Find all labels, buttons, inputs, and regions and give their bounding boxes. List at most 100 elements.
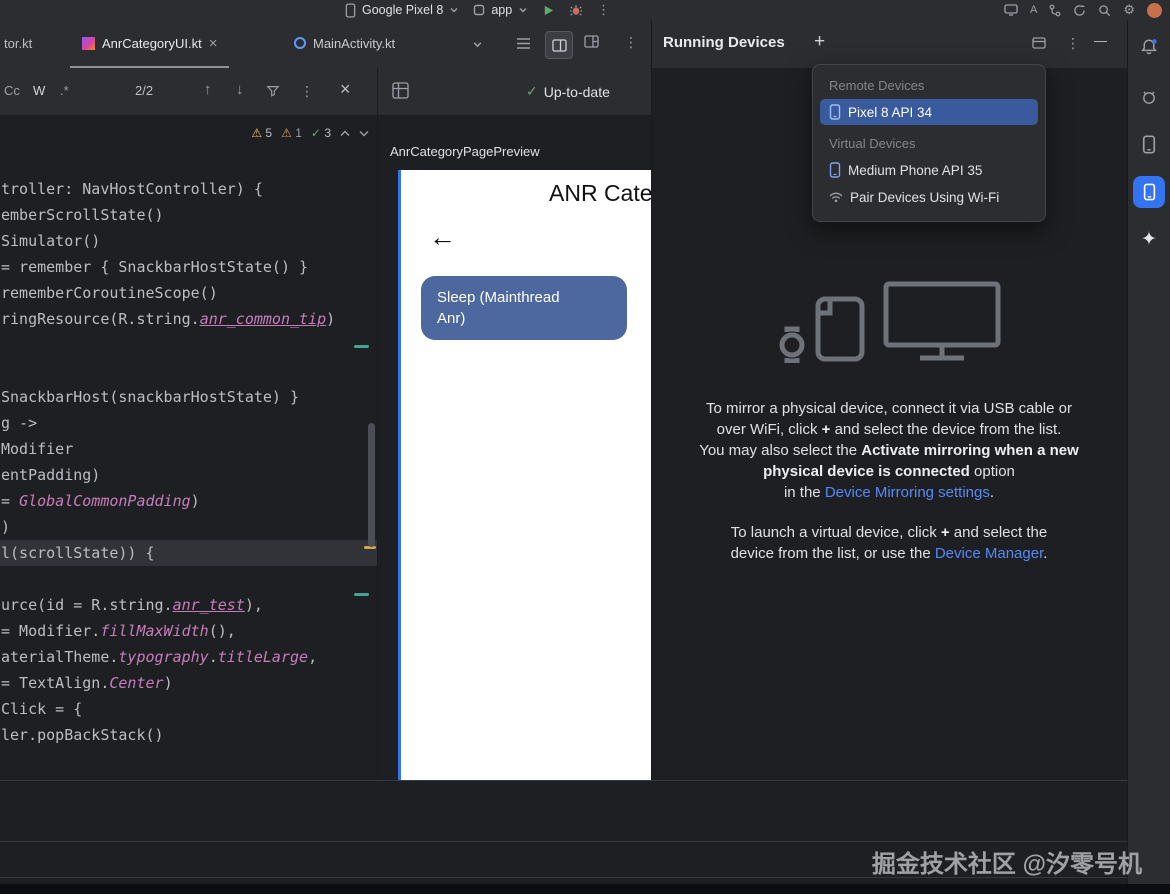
code-line: rememberCoroutineScope() [0, 280, 377, 306]
text-segment: ) [191, 492, 200, 510]
popup-item-medium-phone-api-35[interactable]: Medium Phone API 35 [820, 157, 1038, 183]
preview-toolbar: ✓ Up-to-date [378, 68, 651, 116]
watermark-text: 掘金技术社区 @汐零号机 [872, 844, 1142, 879]
editor-more-icon[interactable]: ⋮ [624, 34, 638, 51]
run-button[interactable] [542, 4, 555, 17]
code-line: ringResource(R.string.anr_common_tip) [0, 306, 377, 332]
inline-link[interactable]: Device Manager [935, 545, 1043, 562]
phone-icon [829, 104, 841, 120]
code-line: l(scrollState)) { [0, 540, 377, 566]
text-segment: anr_common_tip [200, 310, 326, 328]
minimize-panel-icon[interactable]: — [1094, 33, 1107, 48]
chevron-down-icon [449, 5, 459, 15]
partial-tab[interactable]: tor.kt [4, 36, 32, 51]
add-device-button[interactable]: + [814, 31, 825, 53]
text-segment: SnackbarHost(snackbarHostState) } [1, 388, 299, 406]
device-manager-icon[interactable] [1142, 135, 1156, 154]
back-arrow-icon[interactable]: ← [429, 222, 456, 253]
weak-warning-count: 1 [295, 126, 302, 140]
preview-layout-icon[interactable] [584, 35, 599, 48]
logcat-icon[interactable] [1140, 88, 1158, 106]
sleep-anr-button[interactable]: Sleep (Mainthread Anr) [421, 276, 627, 340]
more-actions-icon[interactable]: ⋮ [597, 2, 610, 18]
preview-grid-icon[interactable] [392, 82, 409, 99]
running-devices-icon[interactable] [1133, 176, 1165, 208]
device-mirror-icon[interactable] [1004, 4, 1018, 16]
device-selector-label: Google Pixel 8 [362, 3, 443, 17]
code-area[interactable]: troller: NavHostController) {emberScroll… [0, 176, 377, 748]
code-line: ) [0, 514, 377, 540]
divider [651, 20, 652, 780]
regex-toggle[interactable]: .* [60, 83, 69, 98]
help-text-line: over WiFi, click + and select the device… [660, 419, 1118, 440]
check-icon: ✓ [526, 83, 538, 100]
close-tab-icon[interactable]: × [209, 37, 218, 50]
match-case-toggle[interactable]: Cc [4, 83, 20, 98]
popup-item-pixel-8-api-34[interactable]: Pixel 8 API 34 [820, 99, 1038, 125]
panel-more-icon[interactable]: ⋮ [1066, 35, 1080, 52]
device-label: Medium Phone API 35 [848, 163, 982, 178]
tab-anrcategoryui[interactable]: AnrCategoryUI.kt × [70, 20, 229, 68]
close-find-icon[interactable]: × [340, 79, 351, 100]
text-segment: Modifier [1, 440, 73, 458]
previous-occurrence-icon[interactable]: ↑ [204, 81, 212, 98]
prev-problem-icon[interactable] [340, 130, 350, 137]
split-editor-icon[interactable] [545, 31, 573, 59]
gemini-sparkle-icon[interactable]: ✦ [1141, 228, 1157, 251]
app-module-icon [473, 4, 485, 16]
divider [0, 841, 1127, 842]
phone-icon [345, 3, 356, 18]
editor-scrollbar[interactable] [368, 423, 375, 547]
tab-mainactivity[interactable]: MainActivity.kt [282, 20, 407, 66]
preview-canvas[interactable]: ANR Cate ← Sleep (Mainthread Anr) [398, 170, 651, 780]
help-text-line: You may also select the Activate mirrori… [660, 440, 1118, 461]
code-line: = remember { SnackbarHostState() } [0, 254, 377, 280]
popup-item-pair-devices-wifi[interactable]: Pair Devices Using Wi-Fi [820, 184, 1038, 210]
preview-name-label[interactable]: AnrCategoryPagePreview [390, 144, 540, 159]
button-label-line: Anr) [437, 308, 611, 329]
text-segment: titleLarge [218, 648, 308, 666]
inspections-widget[interactable]: ⚠ 5 ⚠ 1 ✓ 3 [251, 126, 369, 140]
text-segment: over WiFi, click [717, 421, 822, 438]
inline-link[interactable]: Device Mirroring settings [825, 484, 990, 501]
tab-list-chevron-icon[interactable] [472, 39, 483, 50]
text-segment: ringResource(R.string. [1, 310, 200, 328]
next-occurrence-icon[interactable]: ↓ [236, 81, 244, 98]
code-line: Click = { [0, 696, 377, 722]
vcs-branch-icon[interactable] [1049, 4, 1061, 17]
remote-devices-header: Remote Devices [813, 75, 1045, 98]
filter-icon[interactable] [266, 84, 280, 98]
settings-gear-icon[interactable]: ⚙ [1123, 2, 1135, 18]
bottom-edge [0, 884, 1170, 894]
right-tool-stripe: ✦ [1127, 20, 1170, 894]
next-problem-icon[interactable] [359, 130, 369, 137]
code-editor-pane: Cc W .* 2/2 ↑ ↓ ⋮ × ⚠ 5 ⚠ 1 ✓ 3 troller:… [0, 68, 378, 780]
text-segment: l(scrollState)) { [1, 544, 155, 562]
notifications-bell-icon[interactable] [1140, 38, 1158, 56]
virtual-devices-header: Virtual Devices [813, 133, 1045, 156]
monitor-outline-icon [886, 284, 998, 345]
kotlin-file-icon [82, 37, 95, 50]
code-line: Modifier [0, 436, 377, 462]
preview-screen-title: ANR Cate [549, 180, 651, 207]
open-new-window-icon[interactable] [1032, 36, 1047, 50]
chevron-down-icon [518, 5, 528, 15]
debug-button[interactable] [569, 3, 583, 17]
run-toolbar: Google Pixel 8 app ⋮ [345, 0, 610, 20]
help-text-line: To launch a virtual device, click + and … [660, 522, 1118, 543]
text-segment: and select the device from the list. [830, 421, 1061, 438]
text-segment: ) [164, 674, 173, 692]
search-icon[interactable] [1098, 4, 1111, 17]
passed-count: 3 [324, 126, 331, 140]
device-selector[interactable]: Google Pixel 8 [345, 3, 459, 18]
sync-icon[interactable] [1073, 4, 1086, 17]
translate-icon[interactable]: A [1030, 4, 1037, 16]
text-segment: Simulator() [1, 232, 100, 250]
run-config-selector[interactable]: app [473, 3, 528, 17]
whole-words-toggle[interactable]: W [33, 83, 45, 98]
avatar[interactable] [1147, 3, 1162, 18]
structure-view-icon[interactable] [516, 37, 531, 50]
code-line: g -> [0, 410, 377, 436]
find-more-icon[interactable]: ⋮ [300, 83, 314, 100]
tab-label: AnrCategoryUI.kt [102, 36, 202, 51]
